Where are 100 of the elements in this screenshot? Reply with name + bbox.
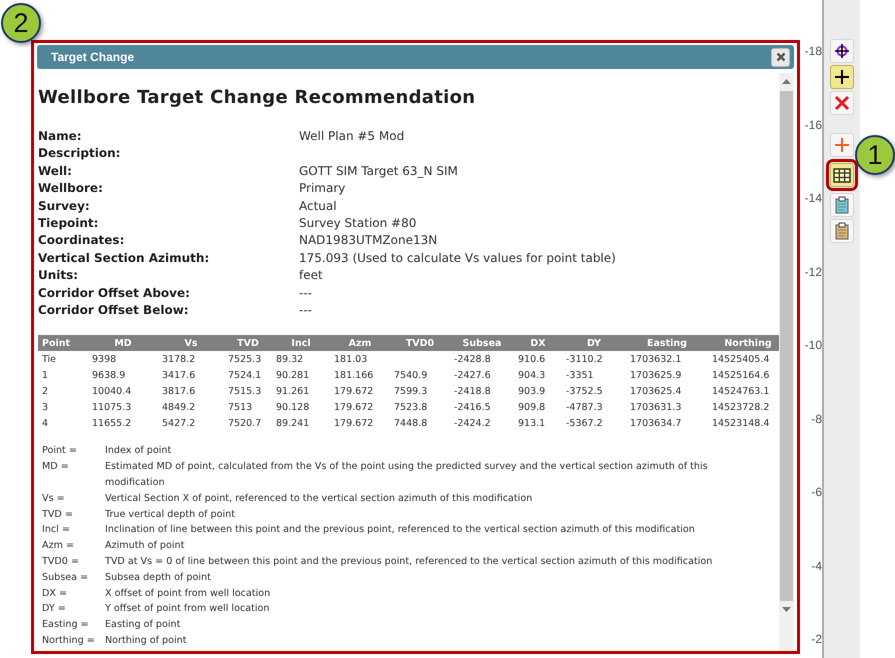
table-cell: 89.241: [276, 418, 310, 429]
clipboard-button[interactable]: [830, 193, 854, 217]
axis-tick-label: -2: [811, 631, 822, 647]
table-cell: 1: [42, 370, 48, 381]
legend-definition: Index of point: [105, 444, 172, 458]
field-label: Corridor Offset Below:: [38, 302, 190, 320]
field-value: ---: [299, 302, 313, 320]
legend-term: DY =: [41, 602, 67, 616]
scroll-down-icon[interactable]: [782, 607, 791, 613]
field-label: Description:: [38, 145, 122, 162]
table-cell: 1703625.9: [630, 370, 682, 381]
legend-term: Easting =: [41, 618, 90, 632]
column-header: Subsea: [450, 335, 514, 352]
clipboard-button[interactable]: [830, 219, 854, 243]
table-cell: -3351: [566, 370, 594, 381]
table-cell: 1703634.7: [630, 418, 682, 429]
legend-term: Azm =: [41, 539, 76, 554]
table-cell: 7525.3: [228, 354, 262, 365]
field-value: NAD1983UTMZone13N: [299, 232, 438, 250]
dialog-title: Target Change: [51, 50, 134, 64]
legend-definition: Y offset of point from well location: [105, 602, 270, 616]
column-header: TVD0: [390, 335, 450, 352]
clipboard-icon: [835, 196, 849, 214]
column-header: MD: [88, 335, 158, 352]
delete-button[interactable]: [830, 91, 854, 115]
table-cell: 10040.4: [92, 386, 132, 397]
plus-icon: [834, 137, 850, 153]
table-cell: 3: [42, 402, 48, 413]
field-value: Primary: [299, 180, 346, 198]
table-cell: 2: [42, 386, 48, 397]
legend-definition: Estimated MD of point, calculated from the Vs of the point using the predicted survey and the vertical section azimuth of this modification: [105, 460, 709, 490]
close-icon: [776, 52, 786, 62]
table-cell: 7599.3: [394, 386, 428, 397]
axis-tick-label: -8: [811, 410, 822, 426]
column-header: Incl: [272, 335, 330, 352]
table-cell: -3110.2: [566, 354, 603, 365]
callout-badge: 2: [1, 3, 41, 43]
axis-tick-label: -18: [804, 43, 822, 59]
table-cell: 913.1: [518, 418, 546, 429]
table-cell: 90.128: [276, 402, 310, 413]
axis-tick-label: -4: [811, 558, 822, 574]
field-label: Vertical Section Azimuth:: [38, 250, 210, 267]
table-cell: 14524763.1: [712, 386, 770, 397]
field-label: Units:: [38, 267, 80, 284]
report-heading: Wellbore Target Change Recommendation: [38, 87, 476, 108]
table-cell: 7448.8: [394, 418, 428, 429]
table-cell: 14525164.6: [712, 370, 770, 381]
legend-definition: True vertical depth of point: [105, 508, 236, 522]
add-button[interactable]: [830, 65, 854, 89]
field-value: feet: [299, 267, 324, 284]
table-cell: 910.6: [518, 354, 546, 365]
field-value: Actual: [299, 198, 338, 215]
table-cell: 1703625.4: [630, 386, 682, 397]
legend-definition: X offset of point from well location: [105, 586, 272, 601]
table-cell: 179.672: [334, 402, 374, 413]
column-header: Vs: [158, 335, 224, 352]
field-value: Survey Station #80: [299, 215, 418, 232]
legend-definition: TVD at Vs = 0 of line between this point and the previous point, referenced to the vertical section azimuth of this modification: [105, 555, 714, 570]
table-cell: 9398: [92, 354, 116, 365]
table-cell: -2428.8: [454, 354, 491, 365]
table-cell: 3417.6: [162, 370, 196, 381]
field-value: Well Plan #5 Mod: [299, 128, 406, 145]
table-cell: -2424.2: [454, 418, 491, 429]
column-header: Azm: [330, 335, 390, 352]
table-cell: 1703632.1: [630, 354, 682, 365]
legend-term: TVD =: [41, 508, 74, 522]
axis-tick-label: -10: [804, 337, 822, 353]
field-label: Tiepoint:: [38, 215, 100, 232]
close-button[interactable]: [771, 48, 790, 66]
legend-term: DX =: [41, 586, 68, 601]
table-cell: 9638.9: [92, 370, 126, 381]
column-header: DY: [562, 335, 626, 352]
table-cell: 14523148.4: [712, 418, 770, 429]
field-value: 175.093 (Used to calculate Vs values for point table): [299, 250, 617, 267]
column-header: Northing: [708, 335, 779, 352]
scroll-thumb[interactable]: [780, 91, 793, 601]
target-button[interactable]: [830, 39, 854, 63]
table-cell: -2418.8: [454, 386, 491, 397]
axis-tick-label: -14: [804, 190, 822, 206]
table-cell: -4787.3: [566, 402, 603, 413]
axis-tick-label: -12: [804, 264, 822, 280]
table-cell: 903.9: [518, 386, 546, 397]
table-cell: 7540.9: [394, 370, 428, 381]
column-header: TVD: [224, 335, 272, 352]
table-cell: 7524.1: [228, 370, 262, 381]
table-cell: 1703631.3: [630, 402, 682, 413]
legend-term: Vs =: [41, 492, 66, 506]
field-label: Corridor Offset Above:: [38, 284, 191, 302]
table-cell: -3752.5: [566, 386, 603, 397]
table-cell: 90.281: [276, 370, 310, 381]
table-cell: 909.8: [518, 402, 546, 413]
scroll-up-icon[interactable]: [782, 79, 791, 85]
table-cell: 181.166: [334, 370, 374, 381]
scrollbar[interactable]: [779, 73, 794, 651]
legend-term: Incl =: [41, 523, 71, 538]
table-cell: 14525405.4: [712, 354, 770, 365]
table-cell: -2427.6: [454, 370, 491, 381]
table-cell: 7515.3: [228, 386, 262, 397]
crosshair-icon: [834, 43, 850, 59]
field-label: Well:: [38, 162, 73, 180]
